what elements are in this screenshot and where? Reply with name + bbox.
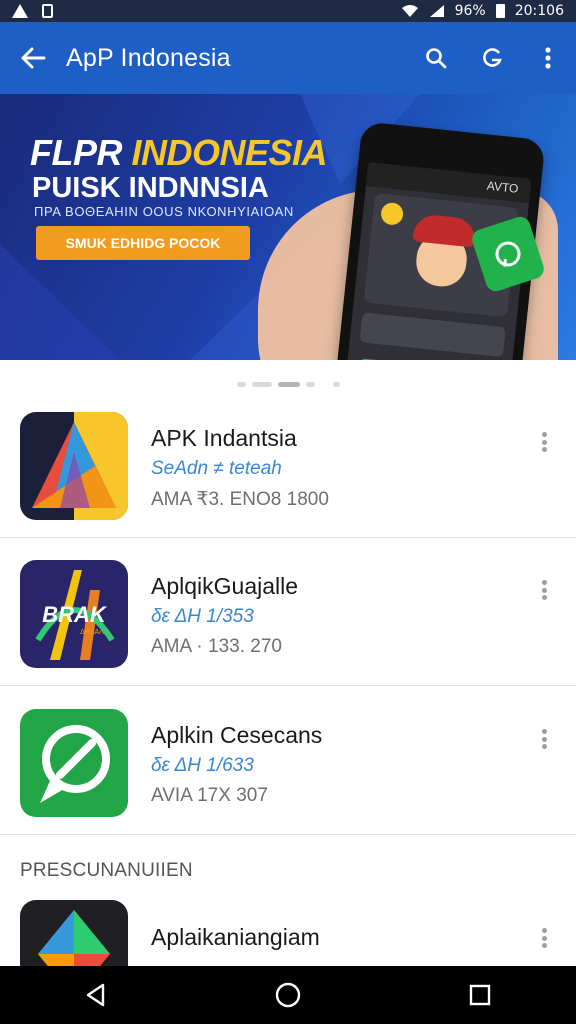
search-icon — [426, 48, 447, 69]
banner-cta-button[interactable]: SMUK EDHIDG POCOK — [36, 226, 250, 260]
wifi-icon — [401, 5, 418, 17]
more-options-button[interactable] — [532, 727, 556, 751]
brand-logo-icon: BRAK ΔΗΧΑΛ — [20, 560, 128, 668]
google-g-icon — [483, 48, 502, 67]
nav-home-icon — [275, 982, 301, 1008]
nav-recents-icon — [469, 984, 491, 1006]
search-button[interactable] — [408, 22, 464, 94]
banner-tagline: ΠΡΑ ΒΟΘΕΑΗΙΝ ΟΟUS ΝΚΟΝΗΥΙΑΙΟΑΝ — [34, 204, 294, 219]
banner-subheadline: PUISK INDNNSIA — [32, 172, 269, 204]
list-item[interactable]: Aplaikaniangiam — [0, 898, 576, 968]
battery-percent: 96% — [454, 3, 486, 19]
section-header: PRESCUNANUIIEN — [20, 860, 193, 881]
app-developer: δε ΔΗ 1/633 — [151, 755, 254, 776]
app-meta: AMA · 133. 270 — [151, 636, 282, 657]
list-item[interactable]: Aplkin Cesecans δε ΔΗ 1/633 AVIA 17Χ 307 — [0, 689, 576, 835]
status-bar: 96% 20:106 — [0, 0, 576, 22]
nav-back-icon — [86, 983, 105, 1007]
cartoon-avatar — [406, 207, 480, 293]
list-item[interactable]: APK Indantsia SeAdn ≠ teteah AMA ₹3. ENO… — [0, 392, 576, 538]
warning-icon — [12, 4, 28, 18]
signal-icon — [429, 5, 444, 17]
arrow-back-icon — [21, 47, 46, 69]
app-meta: AMA ₹3. ENO8 1800 — [151, 489, 329, 510]
list-item[interactable]: BRAK ΔΗΧΑΛ AplqikGuajalle δε ΔΗ 1/353 AM… — [0, 540, 576, 686]
app-developer: δε ΔΗ 1/353 — [151, 606, 254, 627]
clock: 20:106 — [514, 3, 564, 19]
more-options-button[interactable] — [532, 430, 556, 454]
banner-pager — [0, 376, 576, 392]
pager-dot[interactable] — [236, 381, 246, 387]
diamond-logo-icon — [20, 900, 128, 968]
app-meta: AVIA 17Χ 307 — [151, 785, 268, 806]
app-developer: SeAdn ≠ teteah — [151, 458, 282, 479]
pager-dot[interactable] — [332, 381, 340, 387]
triangle-logo-icon — [20, 412, 128, 520]
back-button[interactable] — [0, 22, 66, 94]
nav-back-button[interactable] — [66, 966, 126, 1024]
brand-logo-subtext: ΔΗΧΑΛ — [80, 629, 104, 636]
phone-status-text: AVTO — [486, 178, 520, 196]
pager-dot[interactable] — [305, 381, 315, 387]
overflow-menu-button[interactable] — [520, 22, 576, 94]
google-account-button[interactable] — [464, 22, 520, 94]
brand-logo-text: BRAK — [42, 602, 108, 627]
more-options-button[interactable] — [532, 578, 556, 602]
app-name: AplqikGuajalle — [151, 573, 299, 599]
sim-card-icon — [42, 4, 53, 18]
app-name: APK Indantsia — [151, 425, 297, 451]
battery-icon — [495, 4, 505, 18]
nav-home-button[interactable] — [258, 966, 318, 1024]
app-name: Aplkin Cesecans — [151, 722, 323, 748]
more-vert-icon — [545, 47, 551, 69]
more-options-button[interactable] — [532, 926, 556, 950]
banner-headline: FLPR INDONESIA — [30, 132, 328, 173]
nav-recents-button[interactable] — [450, 966, 510, 1024]
system-nav-bar — [0, 966, 576, 1024]
app-bar: ApP Indonesia — [0, 22, 576, 94]
screen: 96% 20:106 ApP Indonesia FLPR INDONESIA … — [0, 0, 576, 1024]
pager-dot-active[interactable] — [277, 381, 300, 387]
app-name: Aplaikaniangiam — [151, 924, 320, 950]
pager-dot[interactable] — [251, 381, 272, 387]
page-title: ApP Indonesia — [66, 43, 231, 72]
promo-banner[interactable]: FLPR INDONESIA PUISK INDNNSIA ΠΡΑ ΒΟΘΕΑΗ… — [0, 94, 576, 360]
chat-bubble-icon — [20, 709, 128, 817]
